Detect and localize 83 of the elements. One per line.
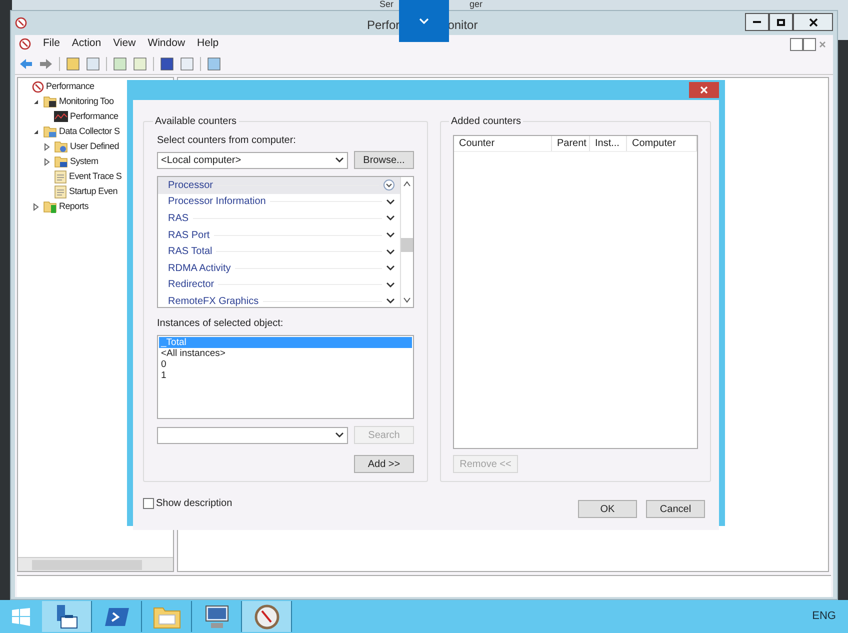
terminal-icon — [104, 606, 130, 628]
field-label: Instances of selected object: — [157, 317, 284, 332]
scroll-down-icon[interactable] — [403, 296, 411, 304]
group-label: Added counters — [450, 115, 522, 129]
tree-item[interactable]: Reports — [59, 202, 88, 211]
button[interactable]: Add >> — [354, 455, 414, 473]
checkbox[interactable] — [143, 498, 154, 508]
scrollbar-thumb[interactable] — [401, 238, 413, 252]
collapsed-arrow-icon[interactable] — [31, 202, 41, 212]
menu-item[interactable]: Window — [148, 36, 186, 52]
counter-object[interactable]: RAS Total — [158, 243, 400, 260]
instance-item[interactable]: 0 — [159, 359, 412, 370]
column-header[interactable]: Counter — [454, 136, 552, 151]
restore-button[interactable] — [803, 38, 816, 50]
tree-item[interactable]: Performance — [70, 112, 118, 121]
counter-object[interactable]: Redirector — [158, 276, 400, 294]
document-icon — [54, 184, 67, 198]
tree-item[interactable]: Event Trace S — [69, 172, 122, 181]
tree-item[interactable]: Startup Even — [69, 187, 118, 196]
chevron-down-icon — [386, 198, 395, 205]
column-header[interactable]: Computer — [627, 136, 697, 151]
menu-item[interactable]: View — [113, 36, 136, 52]
instance-item[interactable]: 1 — [159, 370, 412, 382]
menu-item[interactable]: Help — [197, 36, 219, 52]
close-button[interactable] — [793, 13, 833, 31]
counter-object[interactable]: RemoteFX Graphics — [158, 293, 400, 308]
chevron-down-icon — [386, 265, 395, 272]
forward-icon[interactable] — [39, 58, 53, 70]
scroll-up-icon[interactable] — [403, 180, 411, 188]
computer-icon — [202, 604, 230, 630]
language-indicator[interactable]: ENG — [812, 608, 836, 625]
taskbar-app[interactable] — [242, 601, 292, 632]
folder-computer-icon — [54, 155, 68, 168]
column-header[interactable]: Parent — [552, 136, 590, 151]
counter-object[interactable]: Processor Information — [158, 194, 400, 210]
chevron-down-icon — [419, 18, 429, 24]
button[interactable]: Browse... — [354, 151, 414, 169]
horizontal-scrollbar[interactable] — [18, 557, 173, 571]
column-header[interactable]: Inst... — [590, 136, 627, 151]
counter-object[interactable]: Processor — [158, 177, 400, 194]
folder-chart-icon — [43, 95, 57, 108]
chevron-down-icon — [335, 432, 344, 438]
menu-item[interactable]: File — [43, 36, 60, 52]
button[interactable]: Cancel — [646, 500, 705, 518]
maximize-button[interactable] — [769, 13, 793, 31]
counter-object[interactable]: RAS — [158, 210, 400, 227]
tree-item[interactable]: Data Collector S — [59, 127, 120, 136]
chart-icon — [54, 111, 68, 122]
checkbox-label: Show description — [156, 496, 232, 510]
back-icon[interactable] — [19, 58, 33, 70]
instance-item[interactable]: <All instances> — [159, 348, 412, 360]
close-icon — [700, 86, 708, 94]
button[interactable]: OK — [578, 500, 637, 518]
folder-icon — [152, 604, 180, 628]
minimize-button[interactable] — [745, 13, 769, 31]
chevron-down-icon — [386, 215, 395, 222]
chevron-down-icon — [386, 232, 395, 238]
document-icon — [54, 170, 67, 184]
tree-item[interactable]: System — [70, 157, 98, 166]
group-label: Available counters — [154, 115, 238, 129]
counter-object[interactable]: RDMA Activity — [158, 260, 400, 277]
expand-button-icon[interactable] — [383, 179, 395, 192]
window-title: Perfor — [367, 17, 400, 34]
chevron-down-icon — [386, 282, 395, 288]
folder-user-icon — [54, 140, 68, 153]
field-label: Select counters from computer: — [157, 134, 297, 148]
tree-item[interactable]: Performance — [46, 82, 94, 91]
menu-item[interactable]: Action — [72, 36, 102, 52]
folder-icon — [43, 125, 57, 138]
folder-report-icon — [43, 200, 57, 213]
chevron-down-icon — [335, 157, 344, 163]
taskbar-app[interactable] — [42, 601, 92, 632]
computer-dropdown[interactable]: <Local computer> — [157, 152, 348, 168]
tree-item[interactable]: User Defined — [70, 142, 119, 151]
chevron-down-icon — [386, 298, 395, 304]
tree-item[interactable]: Monitoring Too — [59, 97, 114, 106]
close-icon — [808, 18, 818, 26]
counter-object[interactable]: RAS Port — [158, 226, 400, 244]
search-field[interactable] — [157, 426, 348, 444]
window-title: onitor — [448, 17, 478, 34]
chevron-down-icon — [386, 248, 395, 255]
vertical-scrollbar[interactable] — [400, 177, 413, 308]
windows-icon — [11, 606, 31, 626]
